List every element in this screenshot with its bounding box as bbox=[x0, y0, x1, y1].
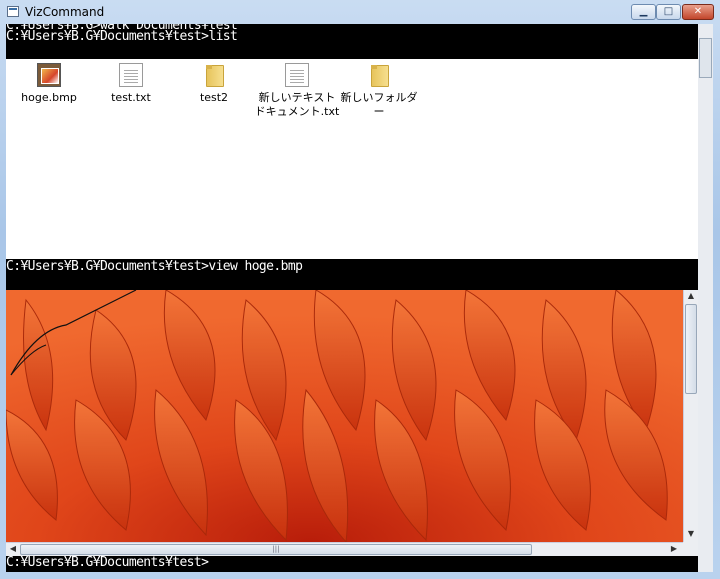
window-scrollbar[interactable] bbox=[698, 24, 713, 572]
folder-icon bbox=[367, 63, 391, 87]
console-area[interactable]: C:¥Users¥B.G>walk Documents¥test C:¥User… bbox=[6, 24, 698, 572]
text-file-icon bbox=[285, 63, 309, 87]
scroll-up-arrow-icon[interactable]: ▲ bbox=[684, 291, 698, 303]
minimize-button[interactable]: ▁ bbox=[631, 4, 656, 20]
file-item[interactable]: test.txt bbox=[88, 63, 174, 105]
text-file-icon bbox=[119, 63, 143, 87]
flower-image bbox=[6, 290, 683, 542]
file-item[interactable]: 新しいフォルダー bbox=[336, 63, 422, 119]
viewer-vertical-scroll-thumb[interactable] bbox=[685, 304, 697, 394]
close-button[interactable]: ✕ bbox=[682, 4, 714, 20]
scroll-down-arrow-icon[interactable]: ▼ bbox=[684, 529, 698, 541]
file-name: hoge.bmp bbox=[21, 91, 77, 104]
viewer-horizontal-scrollbar[interactable]: ◀ ||| ▶ bbox=[6, 542, 683, 556]
console-line: C:¥Users¥B.G¥Documents¥test>list bbox=[6, 29, 238, 44]
scrollbar-corner bbox=[683, 542, 698, 556]
title-bar[interactable]: VizCommand ▁ □ ✕ bbox=[0, 0, 720, 24]
console-line: C:¥Users¥B.G¥Documents¥test>view hoge.bm… bbox=[6, 259, 303, 274]
file-item[interactable]: hoge.bmp bbox=[6, 63, 92, 105]
file-name: test.txt bbox=[111, 91, 151, 104]
bitmap-icon bbox=[37, 63, 61, 87]
app-icon bbox=[7, 6, 19, 17]
file-name: 新しいテキスト ドキュメント.txt bbox=[254, 91, 340, 118]
folder-icon bbox=[202, 63, 226, 87]
file-list-panel: hoge.bmp test.txt test2 新しいテキスト ドキュメント.t… bbox=[6, 59, 698, 259]
window-title: VizCommand bbox=[25, 5, 105, 19]
viewer-vertical-scrollbar[interactable]: ▲ ▼ bbox=[683, 290, 698, 542]
maximize-button[interactable]: □ bbox=[656, 4, 681, 20]
file-name: test2 bbox=[199, 91, 229, 104]
file-item[interactable]: test2 bbox=[171, 63, 257, 105]
viewer-horizontal-scroll-thumb[interactable]: ||| bbox=[20, 544, 532, 555]
image-viewer[interactable]: ▲ ▼ ◀ ||| ▶ bbox=[6, 290, 698, 556]
scroll-left-arrow-icon[interactable]: ◀ bbox=[7, 543, 19, 555]
window-scrollbar-thumb[interactable] bbox=[699, 38, 712, 78]
file-name: 新しいフォルダー bbox=[340, 91, 418, 118]
file-item[interactable]: 新しいテキスト ドキュメント.txt bbox=[254, 63, 340, 119]
console-prompt[interactable]: C:¥Users¥B.G¥Documents¥test> bbox=[6, 555, 209, 571]
scroll-right-arrow-icon[interactable]: ▶ bbox=[668, 543, 680, 555]
